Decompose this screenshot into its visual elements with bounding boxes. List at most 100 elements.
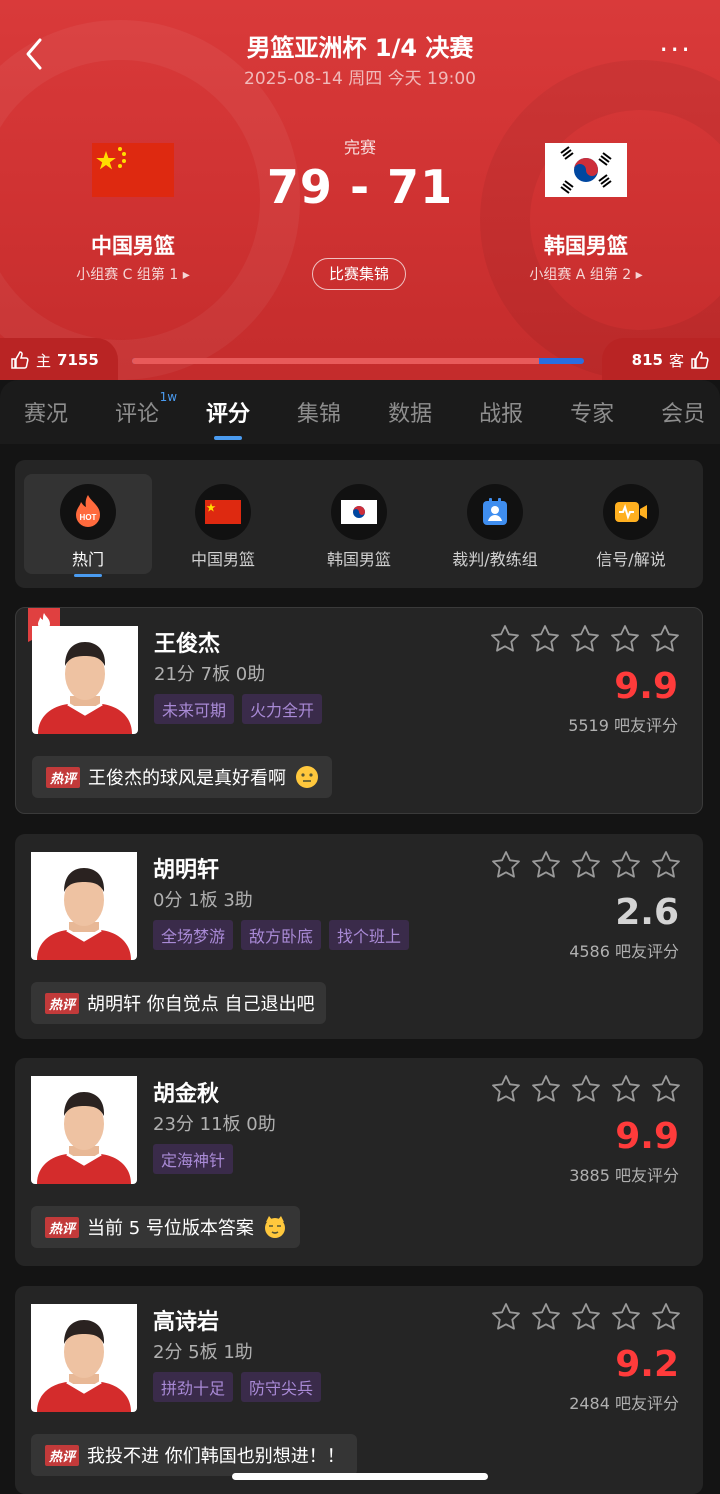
star-icon[interactable] (611, 850, 641, 880)
star-icon[interactable] (491, 850, 521, 880)
match-header: 男篮亚洲杯 1/4 决赛 2025-08-14 周四 今天 19:00 ··· … (0, 0, 720, 380)
hot-comment-badge: 热评 (45, 1444, 80, 1466)
hot-comment-badge: 热评 (46, 766, 81, 788)
tab-ratings[interactable]: 评分 (206, 396, 250, 440)
star-icon[interactable] (571, 1074, 601, 1104)
filter-china-label: 中国男篮 (190, 550, 255, 569)
more-options-icon[interactable]: ··· (659, 36, 692, 64)
svg-text:HOT: HOT (80, 513, 97, 522)
player-rating-count: 3885 吧友评分 (569, 1166, 679, 1185)
star-icon[interactable] (490, 624, 520, 654)
player-stats: 21分 7板 0助 (154, 664, 266, 685)
hot-comment-text: 胡明轩 你自觉点 自己退出吧 (87, 994, 315, 1015)
star-icon[interactable] (610, 624, 640, 654)
player-rating-score: 9.9 (614, 666, 678, 707)
player-tag[interactable]: 未来可期 (154, 694, 235, 724)
china-flag-icon (195, 484, 251, 540)
filter-referee[interactable]: 裁判/教练组 (431, 474, 559, 574)
star-icon[interactable] (571, 850, 601, 880)
rating-stars[interactable] (491, 1074, 681, 1104)
player-name: 高诗岩 (153, 1310, 220, 1335)
star-icon[interactable] (651, 850, 681, 880)
star-icon[interactable] (491, 1074, 521, 1104)
comments-count-badge: 1w (159, 390, 178, 404)
away-vote-count: 815 (631, 351, 663, 369)
match-title: 男篮亚洲杯 1/4 决赛 (246, 34, 474, 62)
thumbs-up-icon (11, 351, 29, 369)
star-icon[interactable] (531, 850, 561, 880)
player-rating-score: 9.9 (615, 1116, 679, 1157)
korea-flag-icon (331, 484, 387, 540)
player-rating-card[interactable]: 胡金秋 23分 11板 0助 定海神针 9.9 3885 吧友评分 热评 当前 … (15, 1058, 703, 1266)
player-tag[interactable]: 防守尖兵 (241, 1372, 322, 1402)
smirk-cat-emoji-icon (264, 1216, 285, 1238)
player-tag[interactable]: 拼劲十足 (153, 1372, 234, 1402)
tab-report[interactable]: 战报 (479, 396, 523, 428)
hot-comment-badge: 热评 (45, 1216, 80, 1238)
star-icon[interactable] (491, 1302, 521, 1332)
player-name: 胡明轩 (153, 858, 220, 883)
hot-comment[interactable]: 热评 胡明轩 你自觉点 自己退出吧 (31, 982, 327, 1024)
home-indicator[interactable] (232, 1473, 488, 1480)
home-vote-button[interactable]: 主 7155 (0, 338, 118, 380)
filter-broadcast[interactable]: 信号/解说 (567, 474, 695, 574)
tab-bar: 赛况 评论 1w 评分 集锦 数据 战报 专家 会员 (0, 380, 720, 444)
hot-comment[interactable]: 热评 当前 5 号位版本答案 (31, 1206, 300, 1248)
thumbs-up-icon (691, 351, 709, 369)
star-icon[interactable] (611, 1074, 641, 1104)
player-tag[interactable]: 全场梦游 (153, 920, 234, 950)
tab-highlights[interactable]: 集锦 (297, 396, 341, 428)
highlights-button[interactable]: 比赛集锦 (312, 258, 406, 290)
away-team-rank[interactable]: 小组赛 A 组第 2 ▸ (486, 264, 686, 284)
filter-korea-label: 韩国男篮 (326, 550, 391, 569)
player-stats: 2分 5板 1助 (153, 1342, 253, 1363)
star-icon[interactable] (531, 1074, 561, 1104)
hot-comment[interactable]: 热评 我投不进 你们韩国也别想进！！ (31, 1434, 357, 1476)
active-filter-indicator (74, 574, 102, 577)
star-icon[interactable] (571, 1302, 601, 1332)
filter-broadcast-label: 信号/解说 (596, 550, 666, 569)
hot-comment-badge: 热评 (45, 992, 80, 1014)
star-icon[interactable] (531, 1302, 561, 1332)
player-tag[interactable]: 找个班上 (329, 920, 410, 950)
tab-experts[interactable]: 专家 (570, 396, 614, 428)
rating-stars[interactable] (490, 624, 680, 654)
rating-stars[interactable] (491, 1302, 681, 1332)
rating-stars[interactable] (491, 850, 681, 880)
filter-hot-label: 热门 (71, 550, 104, 569)
player-tag[interactable]: 敌方卧底 (241, 920, 322, 950)
star-icon[interactable] (651, 1074, 681, 1104)
player-rating-card[interactable]: 胡明轩 0分 1板 3助 全场梦游 敌方卧底 找个班上 2.6 4586 吧友评… (15, 834, 703, 1039)
vote-ratio-fill (132, 358, 539, 364)
referee-icon (467, 484, 523, 540)
hot-comment[interactable]: 热评 王俊杰的球风是真好看啊 (32, 756, 333, 798)
tab-stats[interactable]: 数据 (388, 396, 432, 428)
korea-flag-icon (545, 143, 627, 197)
tab-game-status[interactable]: 赛况 (24, 396, 68, 428)
home-team-name[interactable]: 中国男篮 (33, 230, 233, 260)
filter-china[interactable]: 中国男篮 (159, 474, 287, 574)
away-vote-label: 客 (668, 351, 684, 370)
star-icon[interactable] (530, 624, 560, 654)
star-icon[interactable] (570, 624, 600, 654)
player-tag[interactable]: 火力全开 (242, 694, 323, 724)
player-rating-card[interactable]: 高诗岩 2分 5板 1助 拼劲十足 防守尖兵 9.2 2484 吧友评分 热评 … (15, 1286, 703, 1494)
star-icon[interactable] (650, 624, 680, 654)
star-icon[interactable] (651, 1302, 681, 1332)
star-icon[interactable] (611, 1302, 641, 1332)
away-team-name[interactable]: 韩国男篮 (486, 230, 686, 260)
home-team-rank[interactable]: 小组赛 C 组第 1 ▸ (33, 264, 233, 284)
player-avatar (31, 852, 137, 960)
player-name: 王俊杰 (154, 632, 221, 657)
player-rating-card[interactable]: 王俊杰 21分 7板 0助 未来可期 火力全开 9.9 5519 吧友评分 热评… (15, 607, 703, 814)
filter-referee-label: 裁判/教练组 (452, 550, 538, 569)
filter-korea[interactable]: 韩国男篮 (295, 474, 423, 574)
header-decoration (480, 60, 720, 380)
match-datetime: 2025-08-14 周四 今天 19:00 (244, 69, 476, 89)
player-rating-count: 5519 吧友评分 (568, 716, 678, 735)
player-tag[interactable]: 定海神针 (153, 1144, 234, 1174)
tab-comments[interactable]: 评论 1w (115, 390, 177, 428)
away-vote-button[interactable]: 815 客 (602, 338, 720, 380)
tab-membership[interactable]: 会员 (661, 396, 705, 428)
filter-hot[interactable]: HOT 热门 (24, 474, 152, 577)
